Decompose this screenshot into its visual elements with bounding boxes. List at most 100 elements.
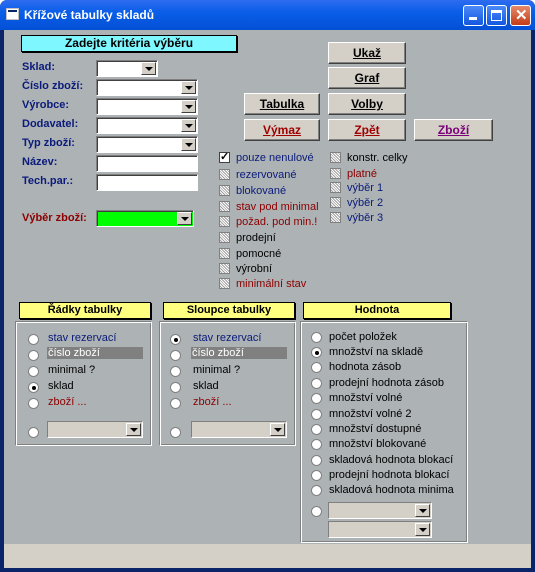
- hodnota-option: počet položek: [329, 331, 397, 343]
- dropdown-arrow-icon[interactable]: [181, 138, 196, 151]
- hodnota-radio-5[interactable]: [311, 409, 322, 420]
- checkbox-label: stav pod minimal: [236, 201, 319, 213]
- maximize-button[interactable]: [486, 5, 507, 26]
- checkbox-platne[interactable]: [330, 168, 341, 179]
- dropdown-arrow-icon[interactable]: [141, 62, 156, 75]
- radky-radio-4[interactable]: [28, 398, 39, 409]
- checkbox-label: výběr 1: [347, 182, 384, 194]
- typ-zbozi-label: Typ zboží:: [22, 137, 75, 149]
- checkbox-label: konstr. celky: [347, 152, 408, 164]
- checkbox-konstr-celky[interactable]: [330, 152, 341, 163]
- sloupce-combo[interactable]: [191, 421, 287, 438]
- dropdown-arrow-icon[interactable]: [415, 504, 430, 517]
- checkbox-blokovane[interactable]: [219, 185, 230, 196]
- checkbox-vyber-1[interactable]: [330, 182, 341, 193]
- dropdown-arrow-icon[interactable]: [177, 212, 192, 225]
- nazev-input[interactable]: [96, 155, 198, 172]
- radky-option: číslo zboží: [47, 347, 143, 359]
- tech-par-input[interactable]: [96, 174, 198, 191]
- checkbox-label: blokované: [236, 185, 287, 197]
- checkbox-vyber-3[interactable]: [330, 212, 341, 223]
- radky-radio-1[interactable]: [28, 350, 39, 361]
- checkbox-prodejni[interactable]: [219, 232, 230, 243]
- checkbox-label: rezervované: [236, 169, 297, 181]
- hodnota-option: množství na skladě: [329, 346, 424, 358]
- vyber-zbozi-combo[interactable]: [96, 210, 194, 227]
- sloupce-radio-3[interactable]: [170, 382, 181, 393]
- volby-button[interactable]: Volby: [328, 93, 406, 115]
- hodnota-radio-custom[interactable]: [311, 506, 322, 517]
- status-strip: [4, 544, 531, 568]
- hodnota-radio-2[interactable]: [311, 362, 322, 373]
- dropdown-arrow-icon[interactable]: [181, 119, 196, 132]
- radky-option: sklad: [48, 380, 74, 392]
- typ-zbozi-combo[interactable]: [96, 136, 198, 153]
- dropdown-arrow-icon[interactable]: [415, 523, 430, 536]
- dropdown-arrow-icon[interactable]: [126, 423, 141, 436]
- checkbox-vyrobni[interactable]: [219, 263, 230, 274]
- checkbox-label: pouze nenulové: [236, 152, 314, 164]
- dropdown-arrow-icon[interactable]: [181, 81, 196, 94]
- hodnota-option: prodejní hodnota zásob: [329, 377, 444, 389]
- hodnota-radio-4[interactable]: [311, 393, 322, 404]
- window: Křížové tabulky skladů ✕ Zadejte kritéri…: [0, 0, 535, 572]
- hodnota-radio-7[interactable]: [311, 439, 322, 450]
- dodavatel-label: Dodavatel:: [22, 118, 79, 130]
- checkbox-label: minimální stav: [236, 278, 307, 290]
- minimize-button[interactable]: [463, 5, 484, 26]
- close-button[interactable]: ✕: [510, 5, 531, 26]
- cislo-zbozi-combo[interactable]: [96, 79, 198, 96]
- checkbox-stav-pod-minimal[interactable]: [219, 201, 230, 212]
- hodnota-radio-0[interactable]: [311, 332, 322, 343]
- checkbox-vyber-2[interactable]: [330, 197, 341, 208]
- checkbox-pomocne[interactable]: [219, 248, 230, 259]
- checkbox-rezervovane[interactable]: [219, 169, 230, 180]
- sloupce-option: číslo zboží: [191, 347, 287, 359]
- checkbox-pozad-pod-min[interactable]: [219, 216, 230, 227]
- checkbox-pouze-nenulove[interactable]: [219, 150, 230, 163]
- sloupce-radio-4[interactable]: [170, 398, 181, 409]
- radky-combo[interactable]: [47, 421, 143, 438]
- hodnota-radio-6[interactable]: [311, 424, 322, 435]
- sloupce-radio-1[interactable]: [170, 350, 181, 361]
- hodnota-radio-1[interactable]: [311, 347, 322, 358]
- vyrobce-combo[interactable]: [96, 98, 198, 115]
- vymaz-button[interactable]: Výmaz: [244, 119, 320, 141]
- checkbox-label: výběr 3: [347, 212, 384, 224]
- hodnota-option: množství blokované: [329, 438, 427, 450]
- zpet-button[interactable]: Zpět: [328, 119, 406, 141]
- checkbox-label: pomocné: [236, 248, 282, 260]
- sloupce-option: zboží ...: [193, 396, 232, 408]
- sloupce-radio-2[interactable]: [170, 366, 181, 377]
- sklad-combo[interactable]: [96, 60, 158, 77]
- graf-button[interactable]: Graf: [328, 67, 406, 89]
- hodnota-radio-10[interactable]: [311, 485, 322, 496]
- hodnota-heading: Hodnota: [303, 302, 451, 319]
- radky-radio-2[interactable]: [28, 366, 39, 377]
- sloupce-radio-0[interactable]: [170, 334, 181, 345]
- sloupce-option: stav rezervací: [193, 332, 262, 344]
- hodnota-combo-1[interactable]: [328, 502, 432, 519]
- hodnota-combo-2[interactable]: [328, 521, 432, 538]
- checkbox-label: platné: [347, 168, 377, 180]
- hodnota-radio-9[interactable]: [311, 470, 322, 481]
- sloupce-option: minimal ?: [193, 364, 241, 376]
- radky-radio-3[interactable]: [28, 382, 39, 393]
- hodnota-radio-8[interactable]: [311, 455, 322, 466]
- tabulka-button[interactable]: Tabulka: [244, 93, 320, 115]
- vyber-zbozi-label: Výběr zboží:: [22, 212, 87, 224]
- ukaz-button[interactable]: Ukaž: [328, 42, 406, 64]
- checkbox-minimalni-stav[interactable]: [219, 278, 230, 289]
- zbozi-button[interactable]: Zboží: [414, 119, 493, 141]
- title-bar[interactable]: Křížové tabulky skladů ✕: [0, 0, 535, 30]
- checkbox-label: výběr 2: [347, 197, 384, 209]
- hodnota-radio-3[interactable]: [311, 378, 322, 389]
- radky-radio-custom[interactable]: [28, 427, 39, 438]
- radky-option: zboží ...: [48, 396, 87, 408]
- dodavatel-combo[interactable]: [96, 117, 198, 134]
- dropdown-arrow-icon[interactable]: [270, 423, 285, 436]
- dropdown-arrow-icon[interactable]: [181, 100, 196, 113]
- app-icon[interactable]: [6, 8, 19, 20]
- sloupce-radio-custom[interactable]: [170, 427, 181, 438]
- radky-radio-0[interactable]: [28, 334, 39, 345]
